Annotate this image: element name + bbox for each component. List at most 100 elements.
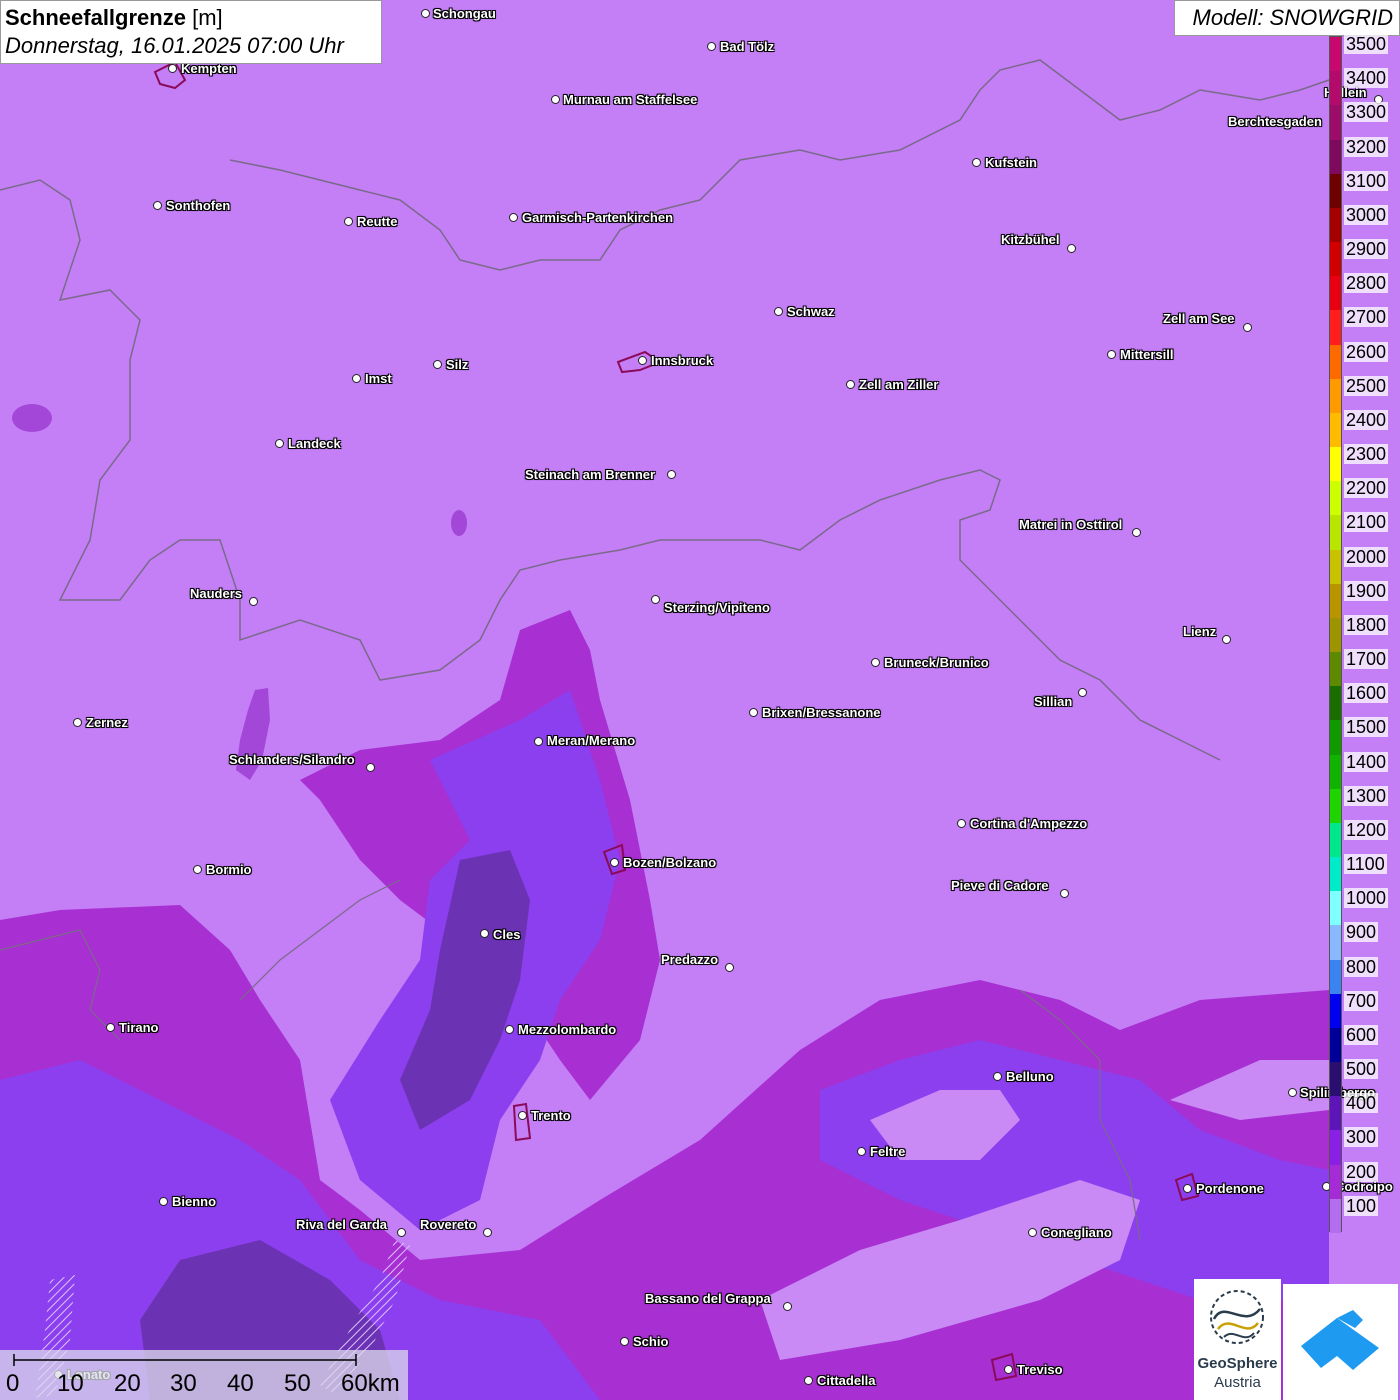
city-label: Meran/Merano bbox=[547, 733, 636, 748]
city-marker bbox=[1059, 888, 1069, 898]
city-marker bbox=[619, 1336, 629, 1346]
city-marker bbox=[1066, 243, 1076, 253]
legend-label: 2000 bbox=[1344, 546, 1389, 567]
city-label: Zell am Ziller bbox=[859, 377, 939, 392]
city-label: Bruneck/Brunico bbox=[884, 655, 989, 670]
legend-swatch bbox=[1330, 1198, 1341, 1234]
legend-swatch bbox=[1330, 959, 1341, 995]
city-label: Matrei in Osttirol bbox=[1019, 517, 1123, 532]
legend-label: 400 bbox=[1344, 1093, 1379, 1114]
city-label: Schlanders/Silandro bbox=[229, 752, 355, 767]
legend-swatch bbox=[1330, 652, 1341, 687]
city-marker bbox=[992, 1071, 1002, 1081]
legend-swatch bbox=[1330, 1027, 1341, 1063]
map-title-box: Schneefallgrenze [m] Donnerstag, 16.01.2… bbox=[0, 0, 382, 64]
app-logo bbox=[1283, 1284, 1398, 1400]
scale-label: 50 bbox=[284, 1370, 311, 1397]
city-label: Kitzbühel bbox=[1001, 232, 1060, 247]
legend-swatch bbox=[1330, 1164, 1341, 1200]
legend-swatch bbox=[1330, 1130, 1341, 1166]
legend-label: 800 bbox=[1344, 956, 1379, 977]
legend-swatch bbox=[1330, 549, 1341, 585]
legend-swatch bbox=[1330, 857, 1341, 892]
city-marker bbox=[158, 1196, 168, 1206]
city-marker bbox=[365, 762, 375, 772]
scale-label: 20 bbox=[114, 1370, 141, 1397]
city-marker bbox=[533, 736, 543, 746]
legend-label: 1700 bbox=[1344, 649, 1389, 670]
city-marker bbox=[1027, 1227, 1037, 1237]
city-label: Zell am See bbox=[1163, 311, 1235, 326]
legend-swatch bbox=[1330, 378, 1341, 414]
legend-label: 1800 bbox=[1344, 614, 1389, 635]
legend-swatch bbox=[1330, 207, 1341, 243]
scale-bar: 0 10 20 30 40 50 60km bbox=[0, 1350, 408, 1400]
legend-label: 200 bbox=[1344, 1161, 1379, 1182]
city-label: Steinach am Brenner bbox=[525, 467, 656, 482]
legend-label: 700 bbox=[1344, 990, 1379, 1011]
legend-swatch bbox=[1330, 925, 1341, 961]
city-label: Schio bbox=[633, 1334, 669, 1349]
city-label: Riva del Garda bbox=[296, 1217, 388, 1232]
city-label: Pordenone bbox=[1196, 1181, 1264, 1196]
city-label: Zernez bbox=[86, 715, 128, 730]
legend-label: 2200 bbox=[1344, 478, 1389, 499]
city-label: Sillian bbox=[1034, 694, 1073, 709]
city-marker bbox=[192, 864, 202, 874]
city-marker bbox=[274, 438, 284, 448]
legend-swatch bbox=[1330, 788, 1341, 824]
legend-label: 300 bbox=[1344, 1127, 1379, 1148]
legend-swatch bbox=[1330, 993, 1341, 1029]
city-label: Reutte bbox=[357, 214, 398, 229]
city-label: Mezzolombardo bbox=[518, 1022, 617, 1037]
city-marker bbox=[351, 373, 361, 383]
parameter-name: Schneefallgrenze bbox=[5, 5, 186, 30]
legend-label: 2700 bbox=[1344, 307, 1389, 328]
legend-label: 1100 bbox=[1344, 854, 1387, 875]
legend-swatch bbox=[1330, 71, 1341, 106]
city-marker bbox=[803, 1375, 813, 1385]
city-marker bbox=[666, 469, 676, 479]
legend-label: 3000 bbox=[1344, 204, 1389, 225]
city-label: Feltre bbox=[870, 1144, 906, 1159]
scale-label: 30 bbox=[170, 1370, 197, 1397]
city-marker bbox=[1106, 349, 1116, 359]
legend-swatch bbox=[1330, 276, 1341, 311]
city-label: Nauders bbox=[190, 586, 243, 601]
legend-swatch bbox=[1330, 412, 1341, 448]
color-legend: 3500 3400 3300 3200 3100 3000 2900 2800 2700 2600… bbox=[1329, 34, 1400, 1234]
legend-swatch bbox=[1330, 139, 1341, 175]
legend-label: 2100 bbox=[1344, 512, 1389, 533]
city-marker bbox=[504, 1024, 514, 1034]
city-marker bbox=[609, 857, 619, 867]
legend-label: 2600 bbox=[1344, 341, 1389, 362]
city-marker bbox=[870, 657, 880, 667]
city-marker bbox=[724, 962, 734, 972]
city-label: Lienz bbox=[1183, 624, 1217, 639]
legend-label: 2400 bbox=[1344, 409, 1389, 430]
city-label: Schongau bbox=[433, 6, 496, 21]
map-datetime: Donnerstag, 16.01.2025 07:00 Uhr bbox=[5, 33, 344, 58]
city-label: Mittersill bbox=[1120, 347, 1174, 362]
city-marker bbox=[482, 1227, 492, 1237]
city-label: Garmisch-Partenkirchen bbox=[522, 210, 674, 225]
small-patch-center bbox=[451, 510, 467, 536]
city-label: Cittadella bbox=[817, 1373, 876, 1388]
model-label: Modell: SNOWGRID bbox=[1174, 0, 1400, 36]
city-marker bbox=[1077, 687, 1087, 697]
scale-bar-ruler bbox=[13, 1354, 357, 1366]
snowline-map: Schongau Bad Tölz Kempten Murnau am Staffel… bbox=[0, 0, 1400, 1400]
legend-label: 100 bbox=[1344, 1195, 1379, 1216]
legend-swatch bbox=[1330, 447, 1341, 482]
legend-label: 2500 bbox=[1344, 375, 1389, 396]
legend-label: 900 bbox=[1344, 922, 1379, 943]
city-label: Imst bbox=[365, 371, 392, 386]
city-label: Trento bbox=[531, 1108, 571, 1123]
city-marker bbox=[432, 359, 442, 369]
city-label: Cortina d'Ampezzo bbox=[970, 816, 1088, 831]
legend-swatch bbox=[1330, 822, 1341, 858]
city-label: Murnau am Staffelsee bbox=[563, 92, 698, 107]
scale-label: 10 bbox=[57, 1370, 84, 1397]
city-label: Bad Tölz bbox=[720, 39, 775, 54]
legend-swatch bbox=[1330, 37, 1341, 72]
